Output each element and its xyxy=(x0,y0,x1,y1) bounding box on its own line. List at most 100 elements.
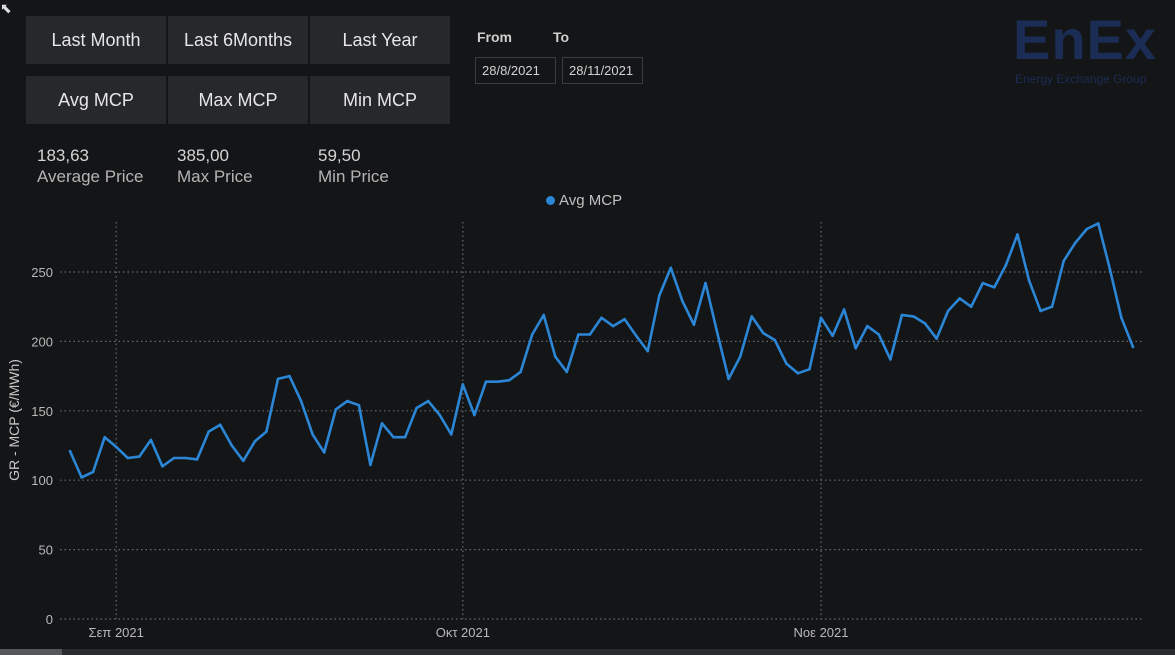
data-point[interactable] xyxy=(334,408,338,411)
scrollbar-thumb[interactable] xyxy=(0,649,62,655)
data-point[interactable] xyxy=(692,323,696,327)
data-point[interactable] xyxy=(184,456,187,460)
data-point[interactable] xyxy=(634,334,638,338)
data-point[interactable] xyxy=(808,367,811,371)
data-point[interactable] xyxy=(1073,241,1077,245)
data-point[interactable] xyxy=(773,338,777,342)
y-tick-label: 250 xyxy=(31,265,53,280)
data-point[interactable] xyxy=(658,294,661,297)
data-point[interactable] xyxy=(426,399,430,403)
data-point[interactable] xyxy=(704,281,707,285)
data-point[interactable] xyxy=(1004,263,1008,267)
data-point[interactable] xyxy=(415,406,418,410)
data-point[interactable] xyxy=(392,435,395,439)
data-point[interactable] xyxy=(1108,267,1112,271)
data-point[interactable] xyxy=(900,313,904,317)
data-point[interactable] xyxy=(1097,222,1100,225)
data-point[interactable] xyxy=(1085,227,1089,231)
line-chart[interactable]: 0 50 100 150 200 250 Σεπ 2021 Οκτ 2021 Νοε 2021… xyxy=(0,0,1175,655)
data-point[interactable] xyxy=(496,380,499,384)
data-point[interactable] xyxy=(981,281,985,285)
series-line-avg-mcp[interactable] xyxy=(68,222,1135,479)
data-point[interactable] xyxy=(369,463,372,467)
data-point[interactable] xyxy=(461,383,465,386)
data-point[interactable] xyxy=(276,377,280,381)
data-point[interactable] xyxy=(646,349,649,353)
data-point[interactable] xyxy=(149,438,153,442)
data-point[interactable] xyxy=(91,470,95,474)
data-point[interactable] xyxy=(450,433,453,436)
data-point[interactable] xyxy=(346,399,349,403)
data-point[interactable] xyxy=(866,324,869,328)
data-point[interactable] xyxy=(473,413,476,417)
data-point[interactable] xyxy=(207,430,210,433)
data-point[interactable] xyxy=(715,330,719,334)
data-point[interactable] xyxy=(738,355,742,359)
data-point[interactable] xyxy=(565,370,569,374)
data-point[interactable] xyxy=(1050,305,1054,309)
data-point[interactable] xyxy=(288,374,291,378)
data-point[interactable] xyxy=(519,370,522,374)
data-point[interactable] xyxy=(1039,309,1042,313)
data-point[interactable] xyxy=(727,377,730,381)
data-point[interactable] xyxy=(912,315,915,318)
data-point[interactable] xyxy=(796,372,800,375)
data-point[interactable] xyxy=(600,316,603,320)
data-point[interactable] xyxy=(172,456,176,460)
data-point[interactable] xyxy=(230,444,234,447)
data-point[interactable] xyxy=(138,455,141,458)
x-tick-label: Νοε 2021 xyxy=(794,625,849,640)
data-point[interactable] xyxy=(161,465,164,468)
data-point[interactable] xyxy=(785,362,788,365)
data-point[interactable] xyxy=(750,315,753,318)
data-point[interactable] xyxy=(611,324,615,328)
data-point[interactable] xyxy=(554,355,557,359)
data-point[interactable] xyxy=(530,333,534,336)
data-point[interactable] xyxy=(380,422,384,425)
data-point[interactable] xyxy=(958,297,961,300)
data-point[interactable] xyxy=(507,379,511,382)
data-point[interactable] xyxy=(1131,345,1135,349)
data-point[interactable] xyxy=(842,308,846,311)
data-point[interactable] xyxy=(126,456,130,460)
data-point[interactable] xyxy=(357,403,361,407)
data-point[interactable] xyxy=(819,316,823,320)
data-point[interactable] xyxy=(484,380,488,384)
data-point[interactable] xyxy=(1120,316,1123,320)
data-point[interactable] xyxy=(1027,279,1031,282)
data-point[interactable] xyxy=(265,430,268,433)
data-point[interactable] xyxy=(831,334,834,338)
data-point[interactable] xyxy=(877,333,881,336)
data-point[interactable] xyxy=(114,445,118,449)
data-point[interactable] xyxy=(195,458,199,461)
data-point[interactable] xyxy=(681,299,684,303)
data-point[interactable] xyxy=(311,433,314,436)
data-point[interactable] xyxy=(935,337,938,340)
data-point[interactable] xyxy=(969,305,973,309)
data-point[interactable] xyxy=(588,333,592,336)
data-point[interactable] xyxy=(577,333,580,336)
data-point[interactable] xyxy=(218,423,222,427)
data-point[interactable] xyxy=(438,413,442,417)
data-point[interactable] xyxy=(762,331,765,335)
data-point[interactable] xyxy=(299,399,303,403)
horizontal-scrollbar[interactable] xyxy=(0,649,1175,655)
data-point[interactable] xyxy=(946,309,950,313)
data-point[interactable] xyxy=(542,313,545,317)
data-point[interactable] xyxy=(889,358,892,361)
data-point[interactable] xyxy=(993,286,996,289)
data-point[interactable] xyxy=(403,435,407,439)
data-point[interactable] xyxy=(68,449,72,453)
y-tick-label: 0 xyxy=(46,612,53,627)
data-point[interactable] xyxy=(253,440,257,443)
data-point[interactable] xyxy=(854,347,857,350)
data-point[interactable] xyxy=(1016,233,1019,236)
data-point[interactable] xyxy=(242,459,245,463)
data-point[interactable] xyxy=(80,476,83,479)
data-point[interactable] xyxy=(623,317,626,321)
data-point[interactable] xyxy=(669,266,673,270)
data-point[interactable] xyxy=(923,322,927,325)
data-point[interactable] xyxy=(1062,259,1065,263)
data-point[interactable] xyxy=(322,451,326,454)
data-point[interactable] xyxy=(103,435,106,439)
